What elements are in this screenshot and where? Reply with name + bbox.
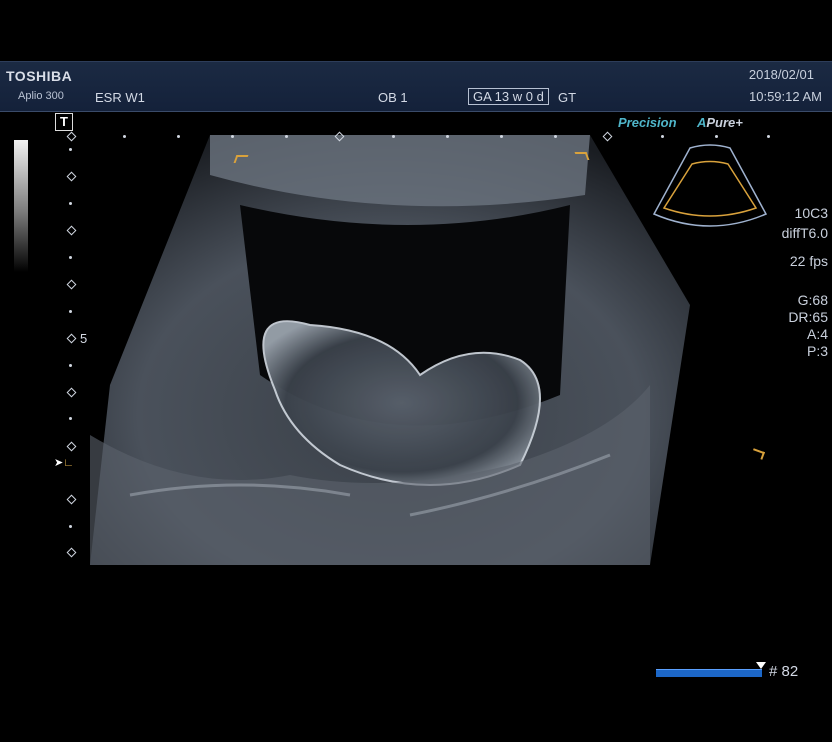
scale-dot (554, 135, 557, 138)
gt-label: GT (558, 90, 577, 105)
probe-sector-icon (652, 144, 768, 227)
scale-dot (231, 135, 234, 138)
preset-label: ESR W1 (95, 90, 145, 105)
depth-dot (69, 364, 72, 367)
grayscale-bar (14, 140, 28, 272)
roi-corner-top-right (574, 152, 590, 160)
p-value: P:3 (806, 343, 828, 359)
scale-dot (285, 135, 288, 138)
depth-label: 5 (80, 331, 88, 346)
exam-mode: OB 1 (378, 90, 408, 105)
t-marker: T (55, 113, 73, 131)
scale-dot (177, 135, 180, 138)
scale-dot (392, 135, 395, 138)
depth-marker (66, 333, 77, 344)
frequency-label: diffT6.0 (781, 225, 828, 241)
depth-dot (69, 525, 72, 528)
brand-logo: TOSHIBA (6, 68, 73, 84)
apure-label: APure+ (697, 115, 743, 130)
gain-value: G:68 (797, 292, 828, 308)
depth-marker (66, 387, 77, 398)
depth-marker (66, 225, 77, 236)
depth-marker (66, 547, 77, 558)
cine-bar[interactable] (656, 669, 762, 677)
ultrasound-image (90, 135, 690, 565)
scale-dot (767, 135, 770, 138)
precision-label: Precision (618, 115, 677, 130)
exam-date: 2018/02/01 (748, 67, 814, 82)
apure-a: A (697, 115, 707, 130)
depth-dot (69, 310, 72, 313)
header-bar: TOSHIBA Aplio 300 ESR W1 OB 1 GA 13 w 0 … (0, 61, 832, 112)
focus-marker-icon: ➤∟ (54, 457, 74, 469)
roi-corner-right (750, 448, 766, 460)
gestational-age-box: GA 13 w 0 d (468, 88, 549, 105)
scale-dot (123, 135, 126, 138)
frame-rate: 22 fps (789, 253, 828, 269)
depth-marker (66, 279, 77, 290)
exam-time: 10:59:12 AM (749, 89, 822, 104)
scanner-model: Aplio 300 (18, 90, 64, 102)
scale-dot (446, 135, 449, 138)
depth-dot (69, 256, 72, 259)
scale-dot (500, 135, 503, 138)
dynamic-range-value: DR:65 (788, 309, 828, 325)
depth-marker (66, 441, 77, 452)
cine-frame-number: # 82 (769, 663, 799, 680)
depth-dot (69, 148, 72, 151)
depth-marker (66, 494, 77, 505)
probe-id: 10C3 (794, 205, 828, 221)
scale-dot (715, 135, 718, 138)
depth-dot (69, 417, 72, 420)
depth-marker (66, 171, 77, 182)
depth-dot (69, 202, 72, 205)
cine-pointer-icon[interactable] (756, 662, 766, 669)
apure-text: Pure+ (706, 115, 743, 130)
scale-dot (661, 135, 664, 138)
a-value: A:4 (806, 326, 828, 342)
scale-marker (66, 131, 77, 142)
